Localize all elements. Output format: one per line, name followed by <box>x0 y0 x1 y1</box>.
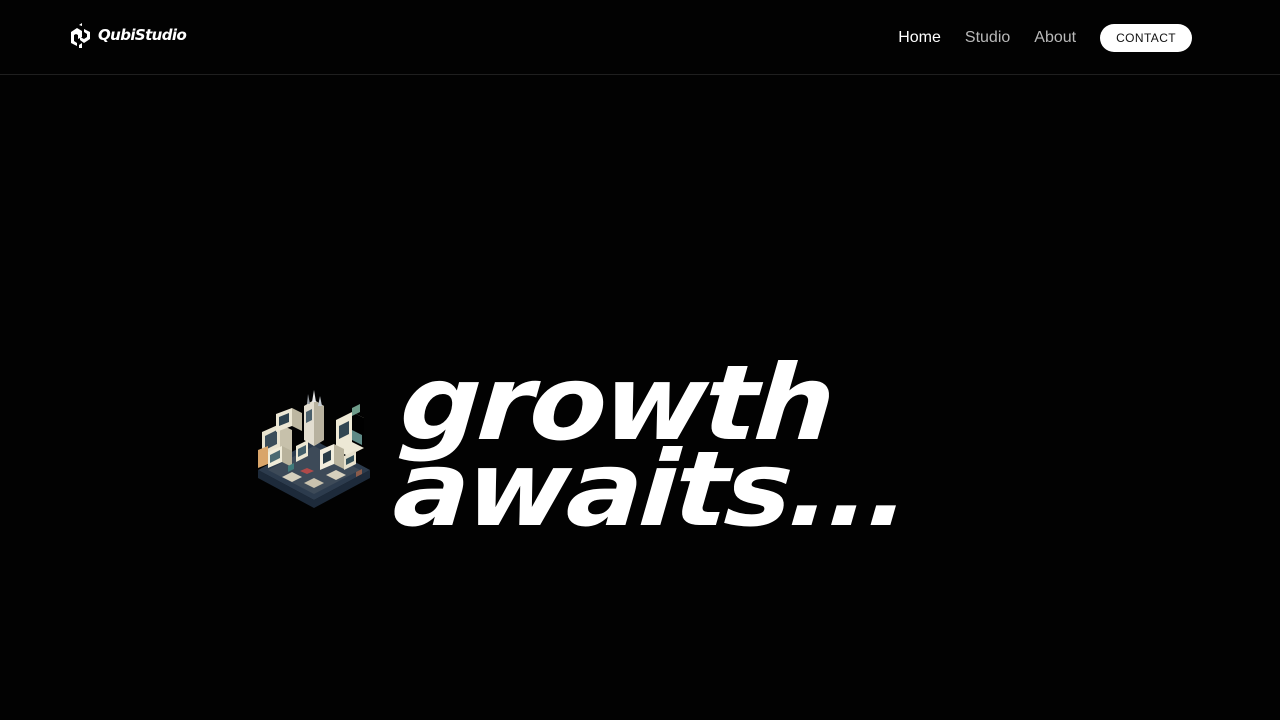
logo-text: QubiStudio <box>98 25 187 44</box>
page: QubiStudio Home Studio About CONTACT gro… <box>0 0 1280 720</box>
isometric-computer-room-illustration <box>258 390 370 508</box>
qubi-logo-icon <box>71 22 90 48</box>
logo-link[interactable]: QubiStudio <box>69 22 187 48</box>
hero-heading: growth awaits... <box>389 342 917 550</box>
nav-about[interactable]: About <box>1034 24 1076 52</box>
nav-studio[interactable]: Studio <box>965 24 1010 52</box>
contact-button[interactable]: CONTACT <box>1100 24 1192 52</box>
hero-heading-line-2: awaits... <box>389 428 913 550</box>
site-header: QubiStudio Home Studio About CONTACT <box>0 0 1280 75</box>
nav-home[interactable]: Home <box>898 24 941 52</box>
main-nav: Home Studio About CONTACT <box>898 24 1192 52</box>
